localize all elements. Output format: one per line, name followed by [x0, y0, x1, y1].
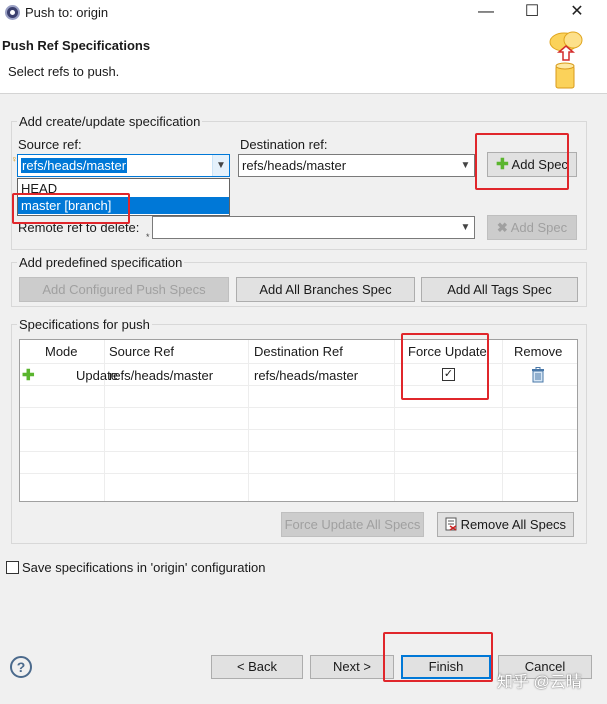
destination-ref-combo[interactable]: refs/heads/master ▼: [238, 154, 475, 177]
save-specs-label: Save specifications in 'origin' configur…: [22, 560, 266, 575]
column-divider: [248, 340, 249, 501]
row-source-ref[interactable]: refs/heads/master: [109, 368, 213, 383]
remove-all-icon: [445, 517, 457, 531]
row-divider: [20, 385, 577, 386]
column-header-mode[interactable]: Mode: [45, 344, 78, 359]
predefined-group-title: Add predefined specification: [17, 255, 185, 270]
trash-icon[interactable]: [531, 367, 545, 383]
column-header-remove[interactable]: Remove: [514, 344, 562, 359]
destination-ref-label: Destination ref:: [240, 137, 328, 152]
remote-ref-delete-combo[interactable]: ▼: [152, 216, 475, 239]
annotation-box-master-branch: [12, 193, 130, 224]
page-title: Push Ref Specifications: [2, 38, 151, 53]
eclipse-app-icon: [5, 5, 20, 20]
row-divider: [20, 363, 577, 364]
annotation-box-finish: [383, 632, 493, 682]
add-all-branches-spec-button[interactable]: Add All Branches Spec: [236, 277, 415, 302]
save-specs-checkbox[interactable]: [6, 561, 19, 574]
row-divider: [20, 429, 577, 430]
chevron-down-icon[interactable]: ▼: [457, 217, 474, 238]
annotation-box-add-spec: [475, 133, 569, 190]
column-header-destination-ref[interactable]: Destination Ref: [254, 344, 343, 359]
source-ref-combo[interactable]: refs/heads/master ▼: [17, 154, 230, 177]
title-bar: Push to: origin — ☐ ✕: [0, 0, 607, 26]
row-divider: [20, 473, 577, 474]
minimize-button[interactable]: —: [466, 2, 506, 24]
row-divider: [20, 451, 577, 452]
content-assist-icon: ♀: [11, 154, 18, 164]
page-subtitle: Select refs to push.: [8, 64, 120, 79]
source-ref-value: refs/heads/master: [21, 158, 128, 173]
specs-group-title: Specifications for push: [17, 317, 152, 332]
column-divider: [104, 340, 105, 501]
row-divider: [20, 407, 577, 408]
remove-all-specs-button[interactable]: Remove All Specs: [437, 512, 574, 537]
row-destination-ref[interactable]: refs/heads/master: [254, 368, 358, 383]
required-marker: *: [146, 232, 150, 242]
annotation-box-force-update: [401, 333, 489, 400]
column-header-source-ref[interactable]: Source Ref: [109, 344, 174, 359]
watermark: 知乎 @云晴: [497, 674, 582, 691]
column-divider: [502, 340, 503, 501]
add-all-tags-spec-button[interactable]: Add All Tags Spec: [421, 277, 578, 302]
wizard-header: Push Ref Specifications Select refs to p…: [0, 26, 607, 94]
chevron-down-icon[interactable]: ▼: [457, 155, 474, 176]
destination-ref-value: refs/heads/master: [242, 158, 347, 173]
next-button[interactable]: Next >: [310, 655, 394, 679]
back-button[interactable]: < Back: [211, 655, 303, 679]
column-divider: [394, 340, 395, 501]
maximize-button[interactable]: ☐: [512, 2, 552, 24]
add-mode-icon: ✚: [22, 367, 35, 384]
add-update-group-title: Add create/update specification: [17, 114, 203, 129]
delete-icon: ✖: [496, 220, 508, 235]
window-title: Push to: origin: [25, 5, 109, 20]
force-update-all-specs-button[interactable]: Force Update All Specs: [281, 512, 424, 537]
chevron-down-icon[interactable]: ▼: [212, 155, 229, 176]
help-icon[interactable]: ?: [10, 656, 32, 678]
cloud-push-icon: [549, 31, 583, 89]
add-delete-spec-button[interactable]: ✖ Add Spec: [487, 215, 577, 240]
close-button[interactable]: ✕: [557, 2, 597, 24]
specs-table: Mode Source Ref Destination Ref Force Up…: [19, 339, 578, 502]
add-configured-push-specs-button[interactable]: Add Configured Push Specs: [19, 277, 229, 302]
source-ref-label: Source ref:: [18, 137, 82, 152]
